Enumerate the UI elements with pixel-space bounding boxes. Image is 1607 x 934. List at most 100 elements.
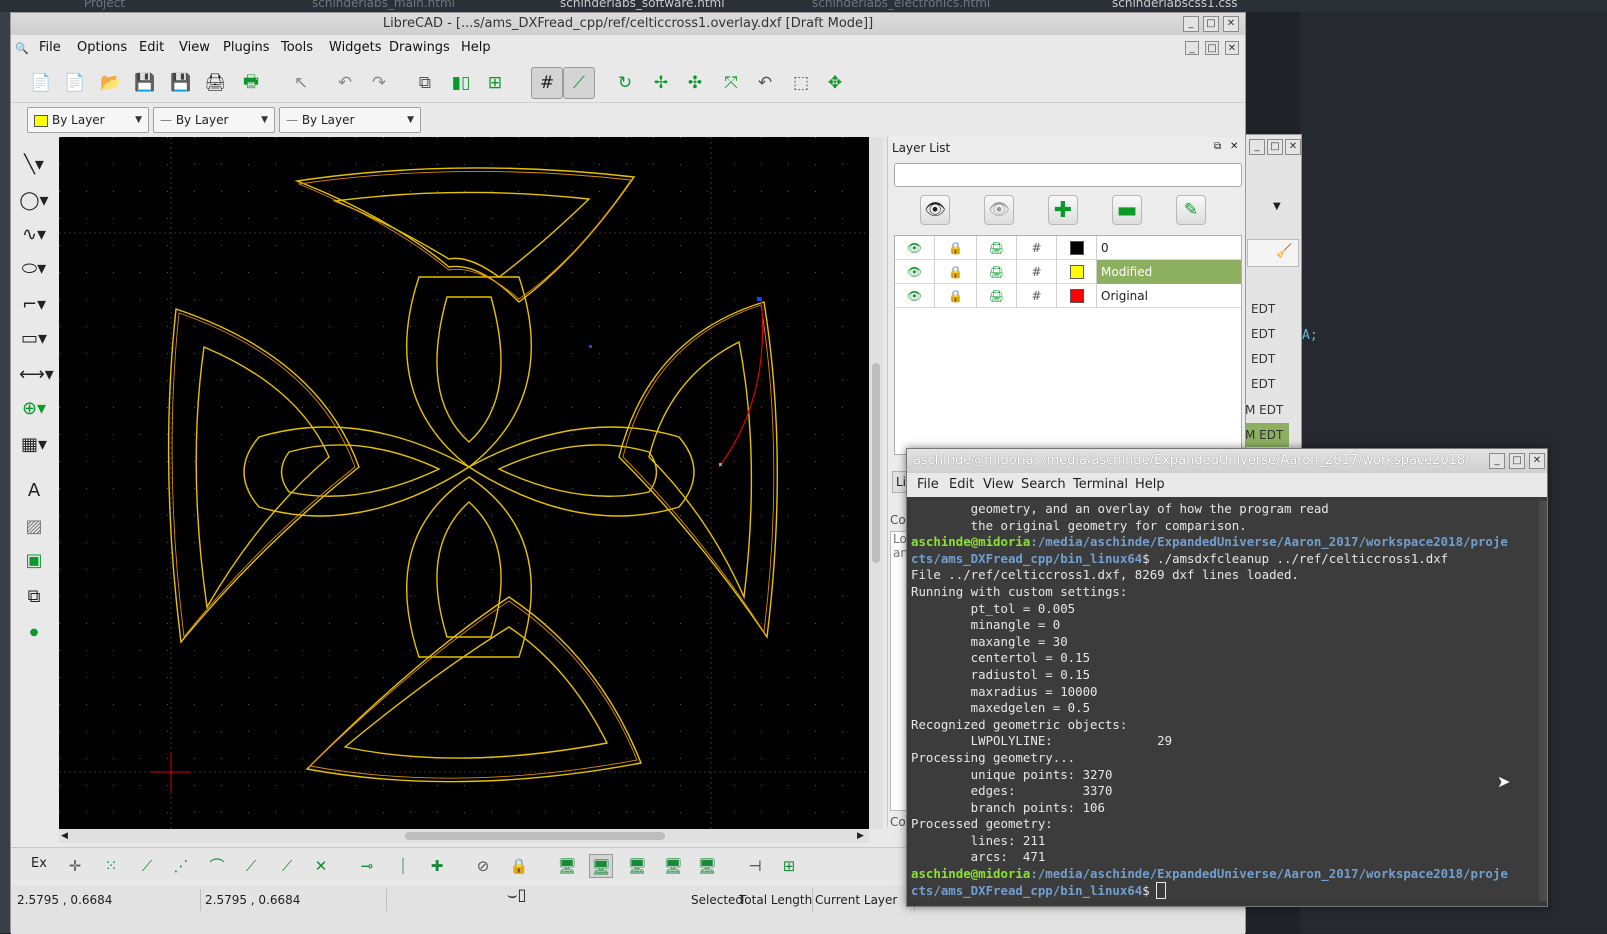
bg-tab[interactable]: Project bbox=[84, 0, 204, 12]
block-tool-icon[interactable]: ⧉ bbox=[19, 583, 49, 611]
snap-center-icon[interactable]: ⌒ bbox=[205, 854, 229, 878]
scroll-thumb[interactable] bbox=[405, 832, 665, 840]
new-file-icon[interactable]: 📄 bbox=[27, 69, 55, 97]
lock-icon[interactable]: 🔒 bbox=[935, 260, 977, 284]
drawing-canvas[interactable] bbox=[59, 137, 869, 829]
relative-zero-icon[interactable]: ⊘ bbox=[471, 854, 495, 878]
list-item[interactable]: EDT bbox=[1251, 372, 1295, 396]
view-icon[interactable]: 🖥 bbox=[625, 854, 649, 878]
minimize-icon[interactable]: _ bbox=[1489, 453, 1505, 469]
layer-color[interactable] bbox=[1057, 284, 1097, 308]
snap-free-icon[interactable]: ✛ bbox=[63, 854, 87, 878]
scroll-thumb[interactable] bbox=[872, 363, 880, 563]
close-icon[interactable]: ✕ bbox=[1285, 139, 1301, 155]
redraw-icon[interactable]: ↻ bbox=[611, 69, 639, 97]
snap-distance-icon[interactable]: ⟋ bbox=[275, 854, 299, 878]
close-icon[interactable]: ✕ bbox=[1529, 453, 1545, 469]
block-insert-icon[interactable]: ⊣ bbox=[743, 854, 767, 878]
lock-icon[interactable]: 🔒 bbox=[935, 284, 977, 308]
menu-search[interactable]: Search bbox=[1021, 477, 1066, 492]
line-type-select[interactable]: — By Layer ▼ bbox=[279, 107, 421, 133]
menu-options[interactable]: Options bbox=[77, 40, 127, 55]
list-item[interactable]: EDT bbox=[1251, 322, 1295, 346]
list-item[interactable]: M EDT bbox=[1245, 398, 1289, 422]
line-width-select[interactable]: — By Layer ▼ bbox=[153, 107, 275, 133]
restrict-horizontal-icon[interactable]: ⊸ bbox=[355, 854, 379, 878]
select-tool-icon[interactable]: ▭▾ bbox=[19, 325, 49, 353]
block-add-icon[interactable]: ⊞ bbox=[777, 854, 801, 878]
polyline-tool-icon[interactable]: ⌐▾ bbox=[19, 291, 49, 319]
table-row[interactable]: 👁 🔒 🖨 # Modified bbox=[895, 260, 1241, 284]
list-item[interactable]: M EDT bbox=[1245, 423, 1289, 447]
redo-icon[interactable]: ↷ bbox=[365, 69, 393, 97]
new-template-icon[interactable]: 📄 bbox=[61, 69, 89, 97]
list-item[interactable]: EDT bbox=[1251, 297, 1295, 321]
undo-icon[interactable]: ↶ bbox=[331, 69, 359, 97]
layer-color[interactable] bbox=[1057, 236, 1097, 260]
terminal-output[interactable]: geometry, and an overlay of how the prog… bbox=[911, 501, 1539, 901]
bg-tab[interactable]: schinderlabs_electronics.html bbox=[812, 0, 992, 12]
layer-name[interactable]: Modified bbox=[1097, 260, 1241, 284]
menu-widgets[interactable]: Widgets bbox=[329, 40, 382, 55]
save-as-icon[interactable]: 💾 bbox=[167, 69, 195, 97]
print-preview-icon[interactable]: 🖶 bbox=[237, 69, 265, 97]
layer-filter-input[interactable] bbox=[894, 163, 1242, 187]
menu-edit[interactable]: Edit bbox=[139, 40, 164, 55]
snap-exclusive-label[interactable]: Ex bbox=[31, 856, 47, 871]
layer-name[interactable]: 0 bbox=[1097, 236, 1241, 260]
edit-layer-button[interactable]: ✎ bbox=[1176, 195, 1206, 225]
scroll-right-icon[interactable]: ▶ bbox=[857, 831, 864, 841]
construction-icon[interactable]: # bbox=[1017, 260, 1057, 284]
menu-terminal[interactable]: Terminal bbox=[1073, 477, 1128, 492]
menu-help[interactable]: Help bbox=[1135, 477, 1165, 492]
visible-eye-icon[interactable]: 👁 bbox=[895, 260, 935, 284]
maximize-icon[interactable]: □ bbox=[1267, 139, 1283, 155]
curve-tool-icon[interactable]: ∿▾ bbox=[19, 221, 49, 249]
snap-on-entity-icon[interactable]: ⋰ bbox=[169, 854, 193, 878]
zoom-previous-icon[interactable]: ↶ bbox=[751, 69, 779, 97]
line-tool-icon[interactable]: ╲▾ bbox=[19, 151, 49, 179]
draft-mode-icon[interactable]: ⟋ bbox=[563, 67, 595, 99]
show-all-layers-button[interactable]: 👁 bbox=[920, 195, 950, 225]
paste-icon[interactable]: ⊞ bbox=[481, 69, 509, 97]
add-layer-button[interactable]: ✚ bbox=[1048, 195, 1078, 225]
float-icon[interactable]: ⧉ bbox=[1214, 141, 1221, 152]
menu-file[interactable]: File bbox=[917, 477, 939, 492]
doc-close-icon[interactable]: ✕ bbox=[1225, 41, 1239, 55]
lock-relative-zero-icon[interactable]: 🔒 bbox=[507, 854, 531, 878]
bg-tab[interactable]: schinderlabs_software.html bbox=[560, 0, 740, 12]
hatch-tool-icon[interactable]: ▨ bbox=[19, 513, 49, 541]
print-icon[interactable]: 🖨 bbox=[201, 69, 229, 97]
cut-icon[interactable]: ⧉ bbox=[411, 69, 439, 97]
snap-endpoint-icon[interactable]: ⟋ bbox=[135, 854, 159, 878]
doc-minimize-icon[interactable]: _ bbox=[1185, 41, 1199, 55]
restrict-ortho-icon[interactable]: ✚ bbox=[425, 854, 449, 878]
color-select[interactable]: By Layer ▼ bbox=[27, 107, 149, 133]
text-tool-icon[interactable]: A bbox=[19, 477, 49, 505]
view-active-icon[interactable]: 🖥 bbox=[589, 854, 613, 878]
menu-plugins[interactable]: Plugins bbox=[223, 40, 270, 55]
grid-toggle-icon[interactable]: # bbox=[531, 67, 563, 99]
menu-view[interactable]: View bbox=[983, 477, 1014, 492]
snap-middle-icon[interactable]: ⟋ bbox=[239, 854, 263, 878]
hide-all-layers-button[interactable]: 👁 bbox=[984, 195, 1014, 225]
maximize-icon[interactable]: □ bbox=[1203, 16, 1219, 32]
menu-tools[interactable]: Tools bbox=[281, 40, 313, 55]
snap-grid-icon[interactable]: ⁙ bbox=[99, 854, 123, 878]
dimension-tool-icon[interactable]: ⟷▾ bbox=[19, 361, 54, 389]
clear-button[interactable]: 🧹 bbox=[1247, 239, 1299, 267]
scroll-left-icon[interactable]: ◀ bbox=[61, 831, 68, 841]
circle-tool-icon[interactable]: ◯▾ bbox=[19, 187, 49, 215]
minimize-icon[interactable]: _ bbox=[1183, 16, 1199, 32]
doc-restore-icon[interactable]: □ bbox=[1205, 41, 1219, 55]
menu-help[interactable]: Help bbox=[461, 40, 491, 55]
maximize-icon[interactable]: □ bbox=[1509, 453, 1525, 469]
open-folder-icon[interactable]: 📂 bbox=[97, 69, 125, 97]
bg-tab[interactable]: schinderlabscss1.css bbox=[1112, 0, 1262, 12]
layer-name[interactable]: Original bbox=[1097, 284, 1241, 308]
menu-file[interactable]: File bbox=[39, 40, 61, 55]
list-item[interactable]: EDT bbox=[1251, 347, 1295, 371]
visible-eye-icon[interactable]: 👁 bbox=[895, 236, 935, 260]
print-icon[interactable]: 🖨 bbox=[977, 236, 1017, 260]
zoom-pan-icon[interactable]: ✥ bbox=[821, 69, 849, 97]
